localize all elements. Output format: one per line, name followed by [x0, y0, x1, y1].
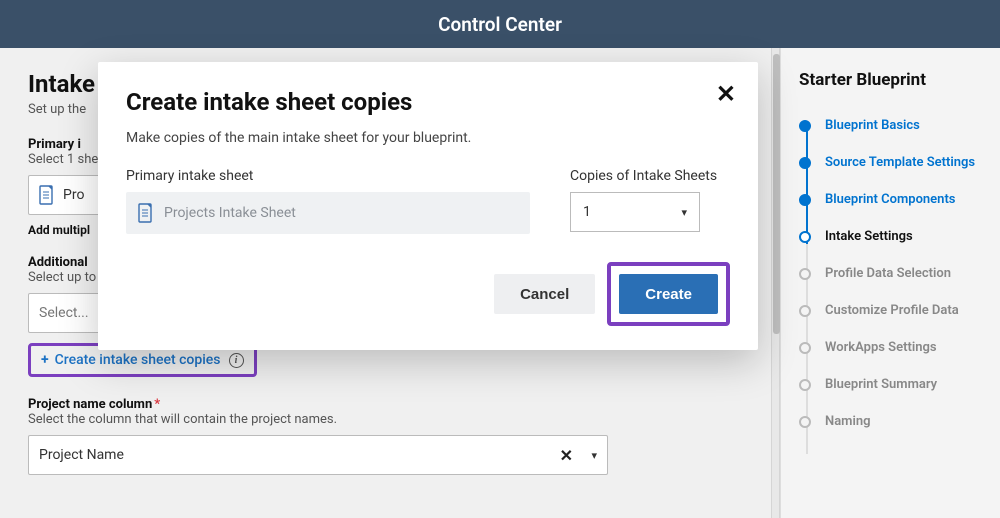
- step-dot-icon: [799, 157, 811, 169]
- step-blueprint-summary[interactable]: Blueprint Summary: [799, 377, 982, 392]
- sheet-icon: [138, 203, 154, 223]
- sheet-icon: [39, 185, 55, 205]
- create-copies-link-text: Create intake sheet copies: [55, 352, 221, 368]
- modal-primary-intake-field: Projects Intake Sheet: [126, 192, 530, 234]
- project-name-col-label: Project name column*: [28, 397, 743, 412]
- app-title: Control Center: [438, 13, 562, 36]
- step-dot-icon: [799, 231, 811, 243]
- plus-icon: +: [41, 352, 49, 368]
- step-source-template-settings[interactable]: Source Template Settings: [799, 155, 982, 170]
- info-icon[interactable]: i: [229, 353, 244, 368]
- project-name-col-select[interactable]: Project Name ✕ ▾: [28, 435, 608, 475]
- create-intake-copies-modal: ✕ Create intake sheet copies Make copies…: [98, 62, 758, 350]
- step-profile-data-selection[interactable]: Profile Data Selection: [799, 266, 982, 281]
- project-name-col-help: Select the column that will contain the …: [28, 412, 743, 427]
- clear-icon[interactable]: ✕: [560, 446, 573, 465]
- step-intake-settings[interactable]: Intake Settings: [799, 229, 982, 244]
- scrollbar-thumb[interactable]: [773, 54, 780, 334]
- modal-copies-select[interactable]: 1 ▾: [570, 192, 700, 232]
- step-workapps-settings[interactable]: WorkApps Settings: [799, 340, 982, 355]
- modal-primary-value: Projects Intake Sheet: [164, 205, 296, 221]
- step-dot-icon: [799, 305, 811, 317]
- create-button-highlight: Create: [607, 262, 730, 326]
- modal-primary-label: Primary intake sheet: [126, 168, 530, 184]
- blueprint-title: Starter Blueprint: [799, 70, 982, 90]
- step-dot-icon: [799, 194, 811, 206]
- step-dot-icon: [799, 268, 811, 280]
- step-dot-icon: [799, 342, 811, 354]
- step-naming[interactable]: Naming: [799, 414, 982, 429]
- close-icon[interactable]: ✕: [716, 82, 736, 106]
- modal-copies-label: Copies of Intake Sheets: [570, 168, 730, 184]
- step-dot-icon: [799, 120, 811, 132]
- step-blueprint-basics[interactable]: Blueprint Basics: [799, 118, 982, 133]
- required-star: *: [154, 397, 160, 412]
- step-dot-icon: [799, 379, 811, 391]
- stepper-panel: Starter Blueprint Blueprint Basics Sourc…: [780, 48, 1000, 518]
- step-dot-icon: [799, 416, 811, 428]
- cancel-button[interactable]: Cancel: [494, 274, 595, 314]
- create-button[interactable]: Create: [619, 274, 718, 314]
- chevron-down-icon: ▾: [681, 206, 687, 219]
- app-header: Control Center: [0, 0, 1000, 48]
- modal-title: Create intake sheet copies: [126, 88, 730, 116]
- scrollbar[interactable]: [771, 48, 780, 518]
- modal-copies-value: 1: [583, 204, 591, 220]
- project-name-col-value: Project Name: [39, 447, 124, 463]
- chevron-down-icon: ▾: [591, 449, 597, 462]
- additional-placeholder: Select...: [39, 305, 89, 321]
- primary-intake-value: Pro: [63, 187, 84, 203]
- step-customize-profile-data[interactable]: Customize Profile Data: [799, 303, 982, 318]
- modal-description: Make copies of the main intake sheet for…: [126, 130, 730, 146]
- step-blueprint-components[interactable]: Blueprint Components: [799, 192, 982, 207]
- steps-list: Blueprint Basics Source Template Setting…: [799, 118, 982, 429]
